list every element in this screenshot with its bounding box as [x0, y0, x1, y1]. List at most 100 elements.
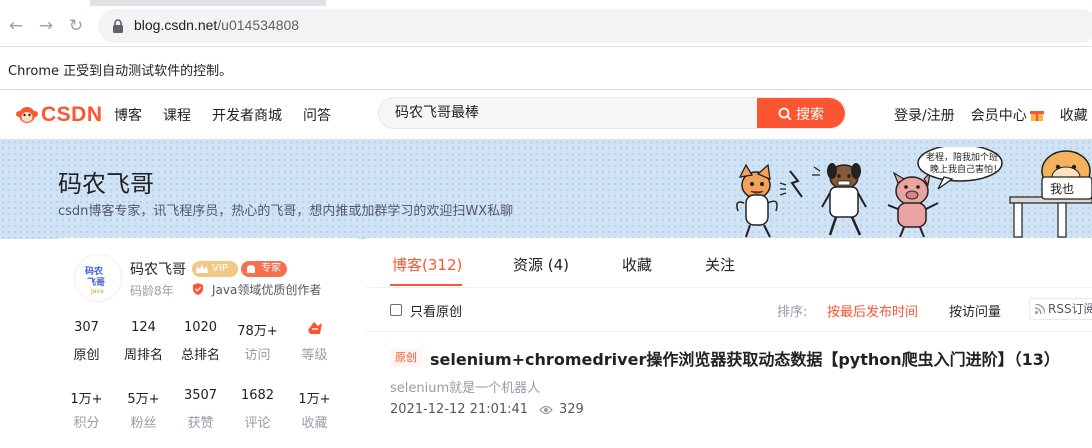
tab-resources[interactable]: 资源 (4) — [513, 254, 569, 275]
stat-points: 1万+ 积分 — [58, 388, 115, 431]
stat-label: 访问 — [244, 348, 271, 363]
forward-icon[interactable]: → — [36, 16, 56, 36]
stat-favorites: 1万+ 收藏 — [286, 388, 343, 431]
stat-label: 收藏 — [301, 416, 328, 431]
blog-banner: 码农飞哥 csdn博客专家，讯飞程序员，热心的飞哥，想内推或加群学习的欢迎扫WX… — [0, 139, 1092, 239]
gift-icon — [1029, 111, 1044, 121]
stat-value: 1682 — [240, 388, 275, 403]
sort-by-visits[interactable]: 按访问量 — [949, 301, 1001, 320]
stat-value: 5万+ — [127, 392, 160, 407]
login-link[interactable]: 登录/注册 — [894, 105, 955, 125]
filter-row: 只看原创 排序: 按最后发布时间 按访问量 RSS订阅 — [366, 288, 1092, 332]
automation-notice: Chrome 正受到自动测试软件的控制。 — [8, 64, 233, 79]
search-input[interactable] — [395, 104, 745, 120]
stat-original[interactable]: 307 原创 — [58, 320, 115, 363]
main-nav: 博客 课程 开发者商城 问答 — [114, 105, 352, 125]
nav-courses[interactable]: 课程 — [163, 105, 191, 125]
reload-icon[interactable]: ↻ — [66, 16, 86, 36]
speech-line-1: 老程，陪我加个班 — [926, 151, 998, 163]
expert-label: 专家 — [261, 263, 281, 274]
stats-row-1: 307 原创 124 周排名 1020 总排名 78万+ 访问 等级 — [58, 320, 358, 363]
crown-icon — [196, 264, 208, 273]
stat-fans[interactable]: 5万+ 粉丝 — [115, 388, 172, 431]
only-original-label[interactable]: 只看原创 — [410, 301, 462, 320]
creator-title: Java领域优质创作者 — [212, 283, 322, 297]
blog-description: csdn博客专家，讯飞程序员，热心的飞哥，想内推或加群学习的欢迎扫WX私聊 — [58, 204, 514, 219]
stat-value: 3507 — [183, 388, 218, 403]
rss-button[interactable]: RSS订阅 — [1029, 298, 1092, 320]
back-icon[interactable]: ← — [6, 16, 26, 36]
avatar-text-line3: Java — [91, 288, 104, 295]
stat-value: 124 — [131, 320, 156, 335]
search-button[interactable]: 搜索 — [757, 98, 845, 128]
expert-badge[interactable]: 专家 — [241, 261, 287, 277]
lock-icon — [113, 19, 123, 33]
original-tag: 原创 — [390, 349, 422, 367]
code-age: 码龄8年 — [130, 284, 174, 298]
monkey-logo-icon — [16, 107, 38, 123]
stat-value: 1万+ — [298, 392, 331, 407]
nav-qa[interactable]: 问答 — [303, 105, 331, 125]
stat-likes: 3507 获赞 — [172, 388, 229, 431]
tab-blog[interactable]: 博客(312) — [392, 254, 462, 275]
favorites-link[interactable]: 收藏 — [1060, 105, 1088, 125]
url-text: blog.csdn.net/u014534808 — [134, 17, 299, 33]
profile-card: 码农 飞哥 Java 码农飞哥 VIP 专家 码龄8年 Java领域优质创作者 … — [58, 238, 358, 448]
stat-label: 总排名 — [180, 348, 220, 363]
nav-blog[interactable]: 博客 — [114, 105, 142, 125]
stat-value: 1万+ — [70, 392, 103, 407]
stat-label: 评论 — [244, 416, 271, 431]
article-date: 2021-12-12 21:01:41 — [390, 402, 529, 417]
vip-label: VIP — [212, 263, 228, 274]
search-button-label: 搜索 — [796, 107, 824, 123]
logo-text: CSDN — [41, 103, 103, 126]
stat-visits: 78万+ 访问 — [229, 320, 286, 363]
article-description: selenium就是一个机器人 — [390, 381, 541, 396]
active-tab-indicator — [390, 284, 462, 286]
banner-side-text: 我也 — [1050, 182, 1074, 196]
stat-label: 原创 — [73, 348, 100, 363]
article-views: 329 — [559, 402, 584, 417]
stat-label: 粉丝 — [130, 416, 157, 431]
url-host: blog.csdn.net — [134, 17, 218, 33]
avatar[interactable]: 码农 飞哥 Java — [74, 254, 122, 302]
level-icon — [307, 322, 322, 334]
stat-label: 周排名 — [123, 348, 163, 363]
nav-dev-store[interactable]: 开发者商城 — [212, 105, 282, 125]
profile-nickname[interactable]: 码农飞哥 — [130, 259, 186, 279]
speech-line-2: 晚上我自己害怕！ — [930, 163, 1002, 175]
tab-following[interactable]: 关注 — [705, 254, 735, 275]
stat-value: 307 — [74, 320, 99, 335]
avatar-text-line2: 飞哥 — [87, 278, 106, 288]
tab-favorites[interactable]: 收藏 — [622, 254, 652, 275]
sort-label: 排序: — [777, 305, 808, 320]
expert-hand-icon — [247, 265, 255, 273]
stat-total-rank[interactable]: 1020 总排名 — [172, 320, 229, 363]
blog-title: 码农飞哥 — [58, 170, 154, 198]
only-original-checkbox[interactable] — [390, 304, 402, 316]
stat-comments: 1682 评论 — [229, 388, 286, 431]
rss-icon — [1035, 304, 1045, 314]
rss-label: RSS订阅 — [1048, 302, 1092, 316]
automation-infobar: Chrome 正受到自动测试软件的控制。 — [0, 46, 1092, 90]
search-box: 搜索 — [378, 97, 846, 129]
user-nav: 登录/注册 会员中心 收藏 — [894, 105, 1092, 125]
article-item[interactable]: 原创 selenium+chromedriver操作浏览器获取动态数据【pyth… — [366, 332, 1092, 442]
creator-badge-icon — [193, 283, 203, 295]
stats-row-2: 1万+ 积分 5万+ 粉丝 3507 获赞 1682 评论 1万+ 收藏 — [58, 388, 358, 431]
stat-label: 积分 — [73, 416, 100, 431]
browser-toolbar: ← → ↻ blog.csdn.net/u014534808 — [0, 6, 1092, 46]
sort-by-latest[interactable]: 按最后发布时间 — [827, 301, 918, 320]
member-center-link[interactable]: 会员中心 — [971, 105, 1044, 125]
stat-label: 等级 — [301, 348, 328, 363]
address-bar[interactable]: blog.csdn.net/u014534808 — [98, 9, 1092, 43]
stat-label: 获赞 — [187, 416, 214, 431]
eye-icon — [539, 405, 553, 415]
url-path: /u014534808 — [217, 17, 300, 33]
stat-level[interactable]: 等级 — [286, 320, 343, 363]
stat-weekly-rank[interactable]: 124 周排名 — [115, 320, 172, 363]
stat-value: 1020 — [183, 320, 218, 335]
banner-cartoon-illustration: 老程，陪我加个班 晚上我自己害怕！ 我也 — [736, 147, 1092, 238]
vip-badge[interactable]: VIP — [192, 261, 238, 277]
article-title[interactable]: selenium+chromedriver操作浏览器获取动态数据【python爬… — [430, 346, 1060, 370]
